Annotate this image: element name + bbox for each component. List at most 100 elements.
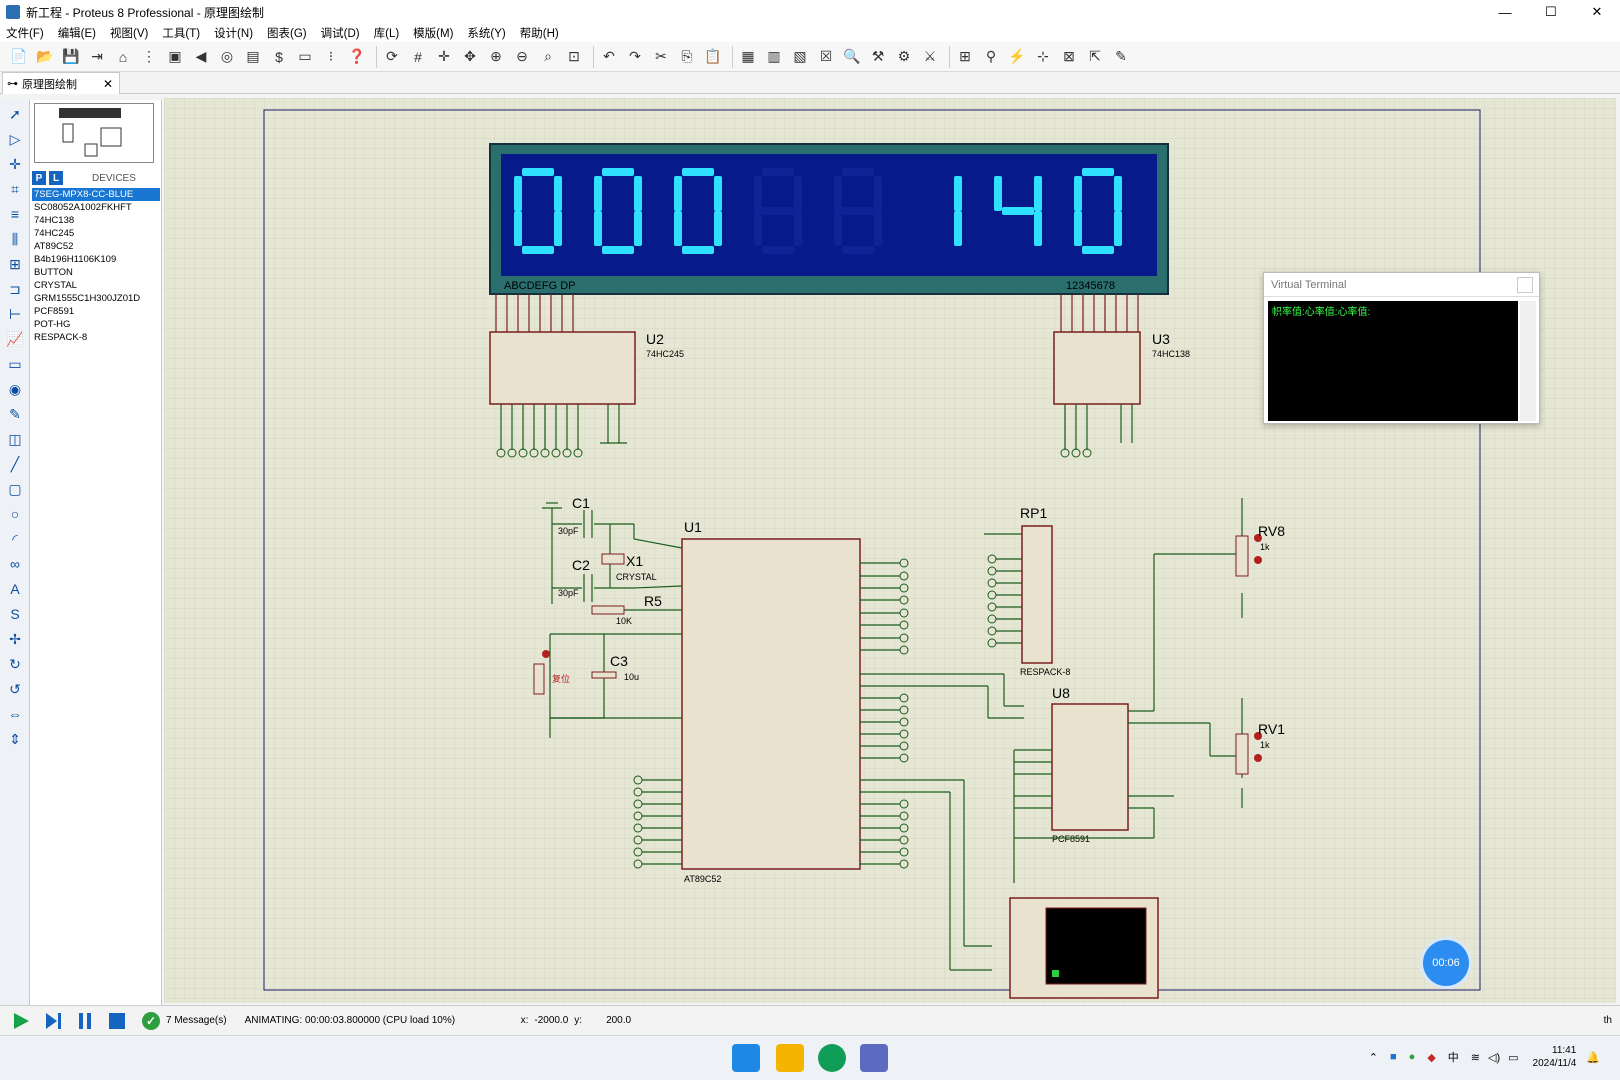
zoom-in-icon[interactable]: ⊕	[485, 46, 507, 68]
battery-icon[interactable]: ▭	[1508, 1051, 1518, 1064]
block-move-icon[interactable]: ▥	[763, 46, 785, 68]
selection-mode-icon[interactable]: ➚	[4, 103, 26, 125]
terminal-icon[interactable]: ⊐	[4, 278, 26, 300]
device-list-item[interactable]: AT89C52	[32, 240, 160, 253]
device-list-item[interactable]: BUTTON	[32, 266, 160, 279]
u1-at89c52[interactable]: U1 AT89C52	[681, 519, 861, 884]
remove-sheet-icon[interactable]: ⊠	[1058, 46, 1080, 68]
schematic-icon[interactable]: ⋮	[138, 46, 160, 68]
show-hidden-icons-icon[interactable]: ⌃	[1369, 1051, 1378, 1064]
pick-devices-button[interactable]: P	[32, 171, 46, 185]
copy-icon[interactable]: ⎘	[676, 46, 698, 68]
search-tag-icon[interactable]: ⚲	[980, 46, 1002, 68]
recording-timer[interactable]: 00:06	[1423, 940, 1469, 986]
menu-system[interactable]: 系统(Y)	[467, 25, 505, 41]
library-manager-button[interactable]: L	[49, 171, 63, 185]
message-count[interactable]: 7 Message(s)	[166, 1015, 227, 1026]
device-list-item[interactable]: PCF8591	[32, 305, 160, 318]
wifi-icon[interactable]: ≋	[1471, 1051, 1480, 1064]
junction-dot-icon[interactable]: ✛	[4, 153, 26, 175]
maximize-button[interactable]: ☐	[1528, 0, 1574, 24]
proteus-taskbar-icon[interactable]	[860, 1044, 888, 1072]
component-mode-icon[interactable]: ▷	[4, 128, 26, 150]
virtual-instrument-icon[interactable]: ◫	[4, 428, 26, 450]
block-rotate-icon[interactable]: ▧	[789, 46, 811, 68]
close-window-button[interactable]: ✕	[1574, 0, 1620, 24]
menu-design[interactable]: 设计(N)	[214, 25, 253, 41]
pcb-icon[interactable]: ▣	[164, 46, 186, 68]
generator-icon[interactable]: ◉	[4, 378, 26, 400]
volume-icon[interactable]: ◁)	[1488, 1051, 1500, 1064]
zoom-out-icon[interactable]: ⊖	[511, 46, 533, 68]
subcircuit-icon[interactable]: ⊞	[4, 253, 26, 275]
start-menu-icon[interactable]	[732, 1044, 760, 1072]
refresh-icon[interactable]: ⟳	[381, 46, 403, 68]
file-explorer-icon[interactable]	[776, 1044, 804, 1072]
redo-icon[interactable]: ↷	[624, 46, 646, 68]
virtual-terminal-scrollbar[interactable]	[1520, 301, 1536, 421]
rotate-cw-icon[interactable]: ↻	[4, 653, 26, 675]
source-code-icon[interactable]: ▭	[294, 46, 316, 68]
menu-help[interactable]: 帮助(H)	[520, 25, 559, 41]
paste-icon[interactable]: 📋	[702, 46, 724, 68]
undo-icon[interactable]: ↶	[598, 46, 620, 68]
block-copy-icon[interactable]: ▦	[737, 46, 759, 68]
zoom-all-icon[interactable]: ⌕	[537, 46, 559, 68]
device-list-item[interactable]: POT-HG	[32, 318, 160, 331]
device-list-item[interactable]: 74HC138	[32, 214, 160, 227]
marker-icon[interactable]: ✢	[4, 628, 26, 650]
device-list-item[interactable]: B4b196H1106K109	[32, 253, 160, 266]
mirror-y-icon[interactable]: ⇕	[4, 728, 26, 750]
3d-view-icon[interactable]: ◎	[216, 46, 238, 68]
cost-icon[interactable]: $	[268, 46, 290, 68]
input-method-indicator[interactable]: 中	[1448, 1049, 1459, 1065]
notes-icon[interactable]: ⁝	[320, 46, 342, 68]
text-script-icon[interactable]: ≡	[4, 203, 26, 225]
help-icon[interactable]: ❓	[346, 46, 368, 68]
box-icon[interactable]: ▢	[4, 478, 26, 500]
block-delete-icon[interactable]: ☒	[815, 46, 837, 68]
path-icon[interactable]: ∞	[4, 553, 26, 575]
menu-library[interactable]: 库(L)	[374, 25, 400, 41]
text-icon[interactable]: A	[4, 578, 26, 600]
device-list-item[interactable]: CRYSTAL	[32, 279, 160, 292]
graph-icon[interactable]: 📈	[4, 328, 26, 350]
overview-window[interactable]	[34, 103, 154, 163]
bom-icon[interactable]: ▤	[242, 46, 264, 68]
menu-file[interactable]: 文件(F)	[6, 25, 44, 41]
menu-tools[interactable]: 工具(T)	[162, 25, 200, 41]
virtual-terminal-close-button[interactable]	[1517, 276, 1533, 293]
play-button[interactable]	[10, 1010, 32, 1032]
tab-schematic-capture[interactable]: ⊶ 原理图绘制 ✕	[2, 72, 120, 94]
wire-label-icon[interactable]: ⌗	[4, 178, 26, 200]
device-list-item[interactable]: SC08052A1002FKHFT	[32, 201, 160, 214]
make-device-icon[interactable]: ⚒	[867, 46, 889, 68]
minimize-button[interactable]: —	[1482, 0, 1528, 24]
property-assign-icon[interactable]: ⚡	[1006, 46, 1028, 68]
menu-debug[interactable]: 调试(D)	[321, 25, 360, 41]
step-button[interactable]	[42, 1010, 64, 1032]
bus-icon[interactable]: ⫼	[4, 228, 26, 250]
device-pin-icon[interactable]: ⊢	[4, 303, 26, 325]
menu-view[interactable]: 视图(V)	[110, 25, 148, 41]
save-icon[interactable]: 💾	[60, 46, 82, 68]
device-list-item[interactable]: RESPACK-8	[32, 331, 160, 344]
wire-autorouter-icon[interactable]: ⊞	[954, 46, 976, 68]
menu-template[interactable]: 模版(M)	[413, 25, 453, 41]
pause-button[interactable]	[74, 1010, 96, 1032]
pick-device-icon[interactable]: 🔍	[841, 46, 863, 68]
menu-edit[interactable]: 编辑(E)	[58, 25, 96, 41]
device-list-item[interactable]: 74HC245	[32, 227, 160, 240]
new-file-icon[interactable]: 📄	[8, 46, 30, 68]
u8-pcf8591[interactable]: U8 PCF8591	[1051, 685, 1129, 844]
virtual-terminal-instrument[interactable]	[1009, 897, 1159, 999]
edit-script-icon[interactable]: ✎	[1110, 46, 1132, 68]
voltage-probe-icon[interactable]: ✎	[4, 403, 26, 425]
seven-segment-display[interactable]: ABCDEFG DP 12345678	[489, 143, 1169, 295]
exit-to-parent-icon[interactable]: ⇱	[1084, 46, 1106, 68]
import-icon[interactable]: ⇥	[86, 46, 108, 68]
tape-recorder-icon[interactable]: ▭	[4, 353, 26, 375]
new-sheet-icon[interactable]: ⊹	[1032, 46, 1054, 68]
packaging-icon[interactable]: ⚙	[893, 46, 915, 68]
home-icon[interactable]: ⌂	[112, 46, 134, 68]
